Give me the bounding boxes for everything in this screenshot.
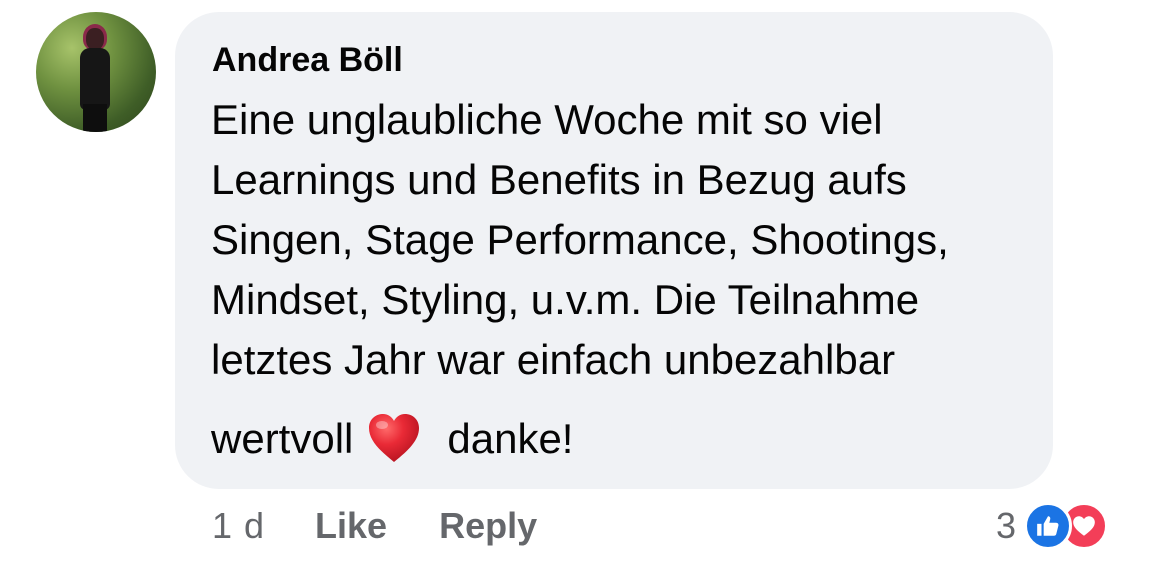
comment-timestamp[interactable]: 1 d xyxy=(212,505,265,547)
avatar-person-body xyxy=(80,48,110,110)
comment: Andrea Böll Eine unglaubliche Woche mit … xyxy=(0,0,1170,562)
comment-text-line: Eine unglaubliche Woche mit so viel xyxy=(211,96,883,143)
comment-text-line: Singen, Stage Performance, Shootings, xyxy=(211,216,949,263)
reaction-count: 3 xyxy=(996,505,1017,546)
reactions-summary[interactable]: 3 xyxy=(996,500,1109,552)
avatar[interactable] xyxy=(36,12,156,132)
avatar-person-head xyxy=(86,28,104,50)
comment-text-line: Mindset, Styling, u.v.m. Die Teilnahme xyxy=(211,276,920,323)
red-heart-icon xyxy=(367,412,421,466)
like-button[interactable]: Like xyxy=(315,505,387,547)
reply-button[interactable]: Reply xyxy=(439,505,537,547)
comment-text-line: letztes Jahr war einfach unbezahlbar xyxy=(211,336,896,383)
comment-text-line: Learnings und Benefits in Bezug aufs xyxy=(211,156,907,203)
comment-text-last-line: wertvoll danke! xyxy=(211,409,573,469)
comment-text: Eine unglaubliche Woche mit so viel Lear… xyxy=(211,90,1031,390)
comment-text-word: wertvoll xyxy=(211,415,354,462)
like-reaction-icon xyxy=(1024,502,1073,550)
avatar-person-legs xyxy=(83,104,107,132)
comment-author[interactable]: Andrea Böll xyxy=(212,40,403,80)
comment-actions: 1 d Like Reply xyxy=(212,500,537,552)
comment-text-word: danke! xyxy=(447,415,574,462)
